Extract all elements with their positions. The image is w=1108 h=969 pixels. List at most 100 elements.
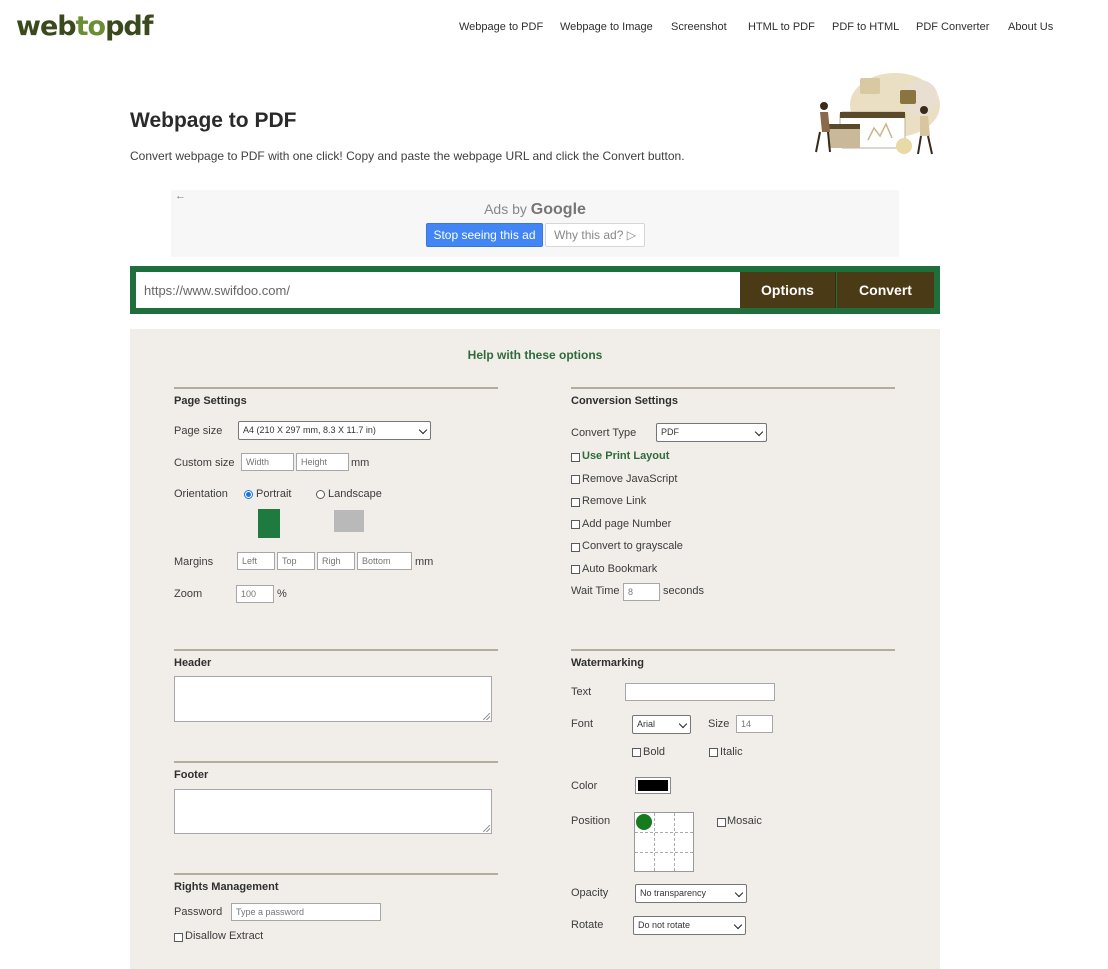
wait-time-unit: seconds	[663, 585, 704, 597]
convert-type-label: Convert Type	[571, 427, 637, 439]
watermark-position-grid[interactable]	[634, 812, 694, 872]
section-divider	[571, 649, 895, 651]
nav-about-us[interactable]: About Us	[1008, 19, 1053, 35]
resize-grip-icon[interactable]	[483, 825, 490, 832]
portrait-radio[interactable]	[244, 490, 253, 499]
remove-js-checkbox[interactable]	[571, 475, 580, 484]
wait-time-label: Wait Time	[571, 585, 620, 597]
password-label: Password	[174, 906, 223, 918]
landscape-radio[interactable]	[316, 490, 325, 499]
url-input[interactable]	[136, 272, 740, 308]
chevron-down-icon	[733, 920, 743, 930]
page-title: Webpage to PDF	[130, 109, 297, 132]
use-print-layout-label[interactable]: Use Print Layout	[582, 449, 669, 463]
watermark-opacity-value: No transparency	[640, 888, 707, 898]
margin-bottom-input[interactable]	[357, 552, 412, 570]
margin-top-input[interactable]	[277, 552, 315, 570]
wait-time-input[interactable]	[623, 583, 660, 601]
nav-pdf-to-html[interactable]: PDF to HTML	[832, 19, 899, 35]
watermark-position-label: Position	[571, 815, 611, 827]
section-divider	[174, 387, 498, 389]
header-textarea[interactable]	[174, 676, 492, 722]
options-button[interactable]: Options	[740, 272, 836, 308]
section-divider	[174, 873, 498, 875]
grayscale-checkbox[interactable]	[571, 543, 580, 552]
add-page-number-label: Add page Number	[582, 518, 672, 530]
nav-webpage-to-image[interactable]: Webpage to Image	[560, 19, 653, 35]
remove-link-checkbox[interactable]	[571, 498, 580, 507]
options-panel: Help with these options Page Settings Pa…	[130, 329, 940, 969]
zoom-input[interactable]	[236, 585, 274, 603]
page-size-value: A4 (210 X 297 mm, 8.3 X 11.7 in)	[243, 425, 376, 435]
watermark-text-input[interactable]	[625, 683, 775, 701]
watermark-rotate-select[interactable]: Do not rotate	[633, 916, 746, 935]
why-this-ad-button[interactable]: Why this ad? ▷	[545, 223, 645, 247]
disallow-extract-checkbox[interactable]	[174, 933, 183, 942]
footer-textarea[interactable]	[174, 789, 492, 834]
watermark-italic-checkbox[interactable]	[709, 748, 718, 757]
page-size-label: Page size	[174, 425, 223, 437]
margins-unit: mm	[415, 556, 434, 568]
section-divider	[174, 649, 498, 651]
chevron-down-icon	[678, 719, 688, 729]
margin-right-input[interactable]	[317, 552, 355, 570]
convert-button[interactable]: Convert	[837, 272, 934, 308]
custom-width-input[interactable]	[241, 453, 294, 471]
watermark-opacity-label: Opacity	[571, 887, 609, 899]
portrait-preview-icon[interactable]	[258, 509, 280, 538]
landscape-label: Landscape	[328, 488, 382, 500]
watermark-font-label: Font	[571, 718, 594, 730]
position-marker-icon[interactable]	[636, 814, 652, 830]
watermark-size-input[interactable]	[736, 715, 773, 733]
watermark-size-label: Size	[708, 718, 730, 730]
mosaic-label: Mosaic	[727, 815, 762, 827]
page-description: Convert webpage to PDF with one click! C…	[130, 149, 685, 163]
section-divider	[571, 387, 895, 389]
add-page-number-checkbox[interactable]	[571, 520, 580, 529]
password-input[interactable]	[231, 903, 381, 921]
watermark-bold-checkbox[interactable]	[632, 748, 641, 757]
google-logo-text: Google	[530, 201, 586, 218]
nav-screenshot[interactable]: Screenshot	[671, 19, 727, 35]
convert-type-select[interactable]: PDF	[656, 423, 767, 442]
chevron-down-icon	[734, 888, 744, 898]
zoom-unit: %	[277, 588, 287, 600]
orientation-label: Orientation	[174, 488, 228, 500]
watermark-opacity-select[interactable]: No transparency	[635, 884, 747, 903]
auto-bookmark-label: Auto Bookmark	[582, 563, 658, 575]
nav-webpage-to-pdf[interactable]: Webpage to PDF	[459, 19, 543, 35]
mosaic-checkbox[interactable]	[717, 818, 726, 827]
stop-seeing-ad-button[interactable]: Stop seeing this ad	[426, 223, 543, 247]
watermark-color-label: Color	[571, 780, 598, 792]
auto-bookmark-checkbox[interactable]	[571, 565, 580, 574]
page-size-select[interactable]: A4 (210 X 297 mm, 8.3 X 11.7 in)	[238, 421, 431, 440]
portrait-label: Portrait	[256, 488, 292, 500]
watermark-bold-label: Bold	[643, 746, 666, 758]
grayscale-label: Convert to grayscale	[582, 540, 683, 552]
watermark-color-picker[interactable]	[635, 777, 671, 794]
zoom-label: Zoom	[174, 588, 203, 600]
convert-type-value: PDF	[661, 427, 679, 437]
watermark-rotate-label: Rotate	[571, 919, 604, 931]
custom-height-input[interactable]	[296, 453, 349, 471]
landscape-preview-icon[interactable]	[334, 510, 364, 532]
ads-by-label: Ads by	[484, 201, 527, 217]
url-bar: Options Convert	[130, 266, 940, 314]
chevron-down-icon	[754, 427, 764, 437]
ad-banner: ← Ads by Google Stop seeing this ad Why …	[171, 190, 899, 257]
hero-illustration	[815, 73, 940, 155]
nav-html-to-pdf[interactable]: HTML to PDF	[748, 19, 815, 35]
rights-management-title: Rights Management	[174, 881, 279, 893]
watermark-font-select[interactable]: Arial	[632, 715, 691, 734]
watermarking-title: Watermarking	[571, 657, 644, 669]
conversion-settings-title: Conversion Settings	[571, 395, 678, 407]
chevron-down-icon	[418, 425, 428, 435]
use-print-layout-checkbox[interactable]	[571, 453, 580, 462]
section-divider	[174, 761, 498, 763]
margin-left-input[interactable]	[237, 552, 275, 570]
header-title: Header	[174, 657, 212, 669]
help-options-link[interactable]: Help with these options	[130, 348, 940, 362]
resize-grip-icon[interactable]	[483, 713, 490, 720]
watermark-italic-label: Italic	[720, 746, 743, 758]
nav-pdf-converter[interactable]: PDF Converter	[916, 19, 989, 35]
